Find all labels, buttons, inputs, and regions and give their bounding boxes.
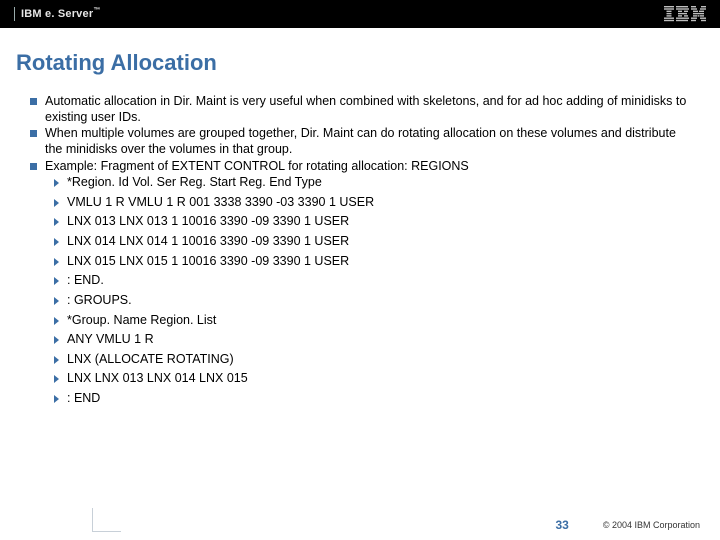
- sub-text: : GROUPS.: [67, 293, 132, 309]
- page-number: 33: [555, 518, 568, 532]
- triangle-bullet-icon: [54, 395, 59, 403]
- sub-item: VMLU 1 R VMLU 1 R 001 3338 3390 -03 3390…: [54, 195, 694, 211]
- sub-text: LNX (ALLOCATE ROTATING): [67, 352, 234, 368]
- sub-item: : GROUPS.: [54, 293, 694, 309]
- triangle-bullet-icon: [54, 179, 59, 187]
- sub-text: ANY VMLU 1 R: [67, 332, 154, 348]
- slide-footer: 33 © 2004 IBM Corporation: [0, 518, 720, 532]
- brand-text: IBM e. Server™: [21, 8, 101, 20]
- sub-item: LNX LNX 013 LNX 014 LNX 015: [54, 371, 694, 387]
- sub-text: *Group. Name Region. List: [67, 313, 216, 329]
- sub-text: VMLU 1 R VMLU 1 R 001 3338 3390 -03 3390…: [67, 195, 374, 211]
- content-area: Automatic allocation in Dir. Maint is ve…: [0, 94, 720, 407]
- triangle-bullet-icon: [54, 258, 59, 266]
- page-title: Rotating Allocation: [16, 50, 720, 76]
- triangle-bullet-icon: [54, 199, 59, 207]
- sub-item: LNX 013 LNX 013 1 10016 3390 -09 3390 1 …: [54, 214, 694, 230]
- triangle-bullet-icon: [54, 297, 59, 305]
- sub-item: LNX 014 LNX 014 1 10016 3390 -09 3390 1 …: [54, 234, 694, 250]
- triangle-bullet-icon: [54, 317, 59, 325]
- sub-item: LNX (ALLOCATE ROTATING): [54, 352, 694, 368]
- square-bullet-icon: [30, 130, 37, 137]
- header-divider: [14, 7, 15, 21]
- square-bullet-icon: [30, 163, 37, 170]
- bullet-text: When multiple volumes are grouped togeth…: [45, 126, 694, 157]
- sub-text: : END.: [67, 273, 104, 289]
- bullet-item: Automatic allocation in Dir. Maint is ve…: [30, 94, 694, 125]
- brand-main: IBM e. Server: [21, 8, 93, 20]
- sub-text: LNX 015 LNX 015 1 10016 3390 -09 3390 1 …: [67, 254, 349, 270]
- triangle-bullet-icon: [54, 336, 59, 344]
- triangle-bullet-icon: [54, 218, 59, 226]
- sub-item: : END: [54, 391, 694, 407]
- triangle-bullet-icon: [54, 277, 59, 285]
- bullet-text: Example: Fragment of EXTENT CONTROL for …: [45, 159, 469, 175]
- square-bullet-icon: [30, 98, 37, 105]
- triangle-bullet-icon: [54, 356, 59, 364]
- bullet-text: Automatic allocation in Dir. Maint is ve…: [45, 94, 694, 125]
- slide-header: IBM e. Server™: [0, 0, 720, 28]
- sub-item: ANY VMLU 1 R: [54, 332, 694, 348]
- sub-item: *Region. Id Vol. Ser Reg. Start Reg. End…: [54, 175, 694, 191]
- sub-text: LNX LNX 013 LNX 014 LNX 015: [67, 371, 248, 387]
- ibm-logo-icon: [664, 6, 706, 22]
- header-brand-group: IBM e. Server™: [14, 7, 101, 21]
- sub-text: *Region. Id Vol. Ser Reg. Start Reg. End…: [67, 175, 322, 191]
- bullet-item: Example: Fragment of EXTENT CONTROL for …: [30, 159, 694, 175]
- sub-text: : END: [67, 391, 100, 407]
- brand-tm: ™: [93, 7, 100, 14]
- sub-text: LNX 014 LNX 014 1 10016 3390 -09 3390 1 …: [67, 234, 349, 250]
- sub-text: LNX 013 LNX 013 1 10016 3390 -09 3390 1 …: [67, 214, 349, 230]
- sub-item: : END.: [54, 273, 694, 289]
- triangle-bullet-icon: [54, 375, 59, 383]
- sub-item: *Group. Name Region. List: [54, 313, 694, 329]
- triangle-bullet-icon: [54, 238, 59, 246]
- bullet-item: When multiple volumes are grouped togeth…: [30, 126, 694, 157]
- sub-item: LNX 015 LNX 015 1 10016 3390 -09 3390 1 …: [54, 254, 694, 270]
- copyright-text: © 2004 IBM Corporation: [603, 520, 700, 530]
